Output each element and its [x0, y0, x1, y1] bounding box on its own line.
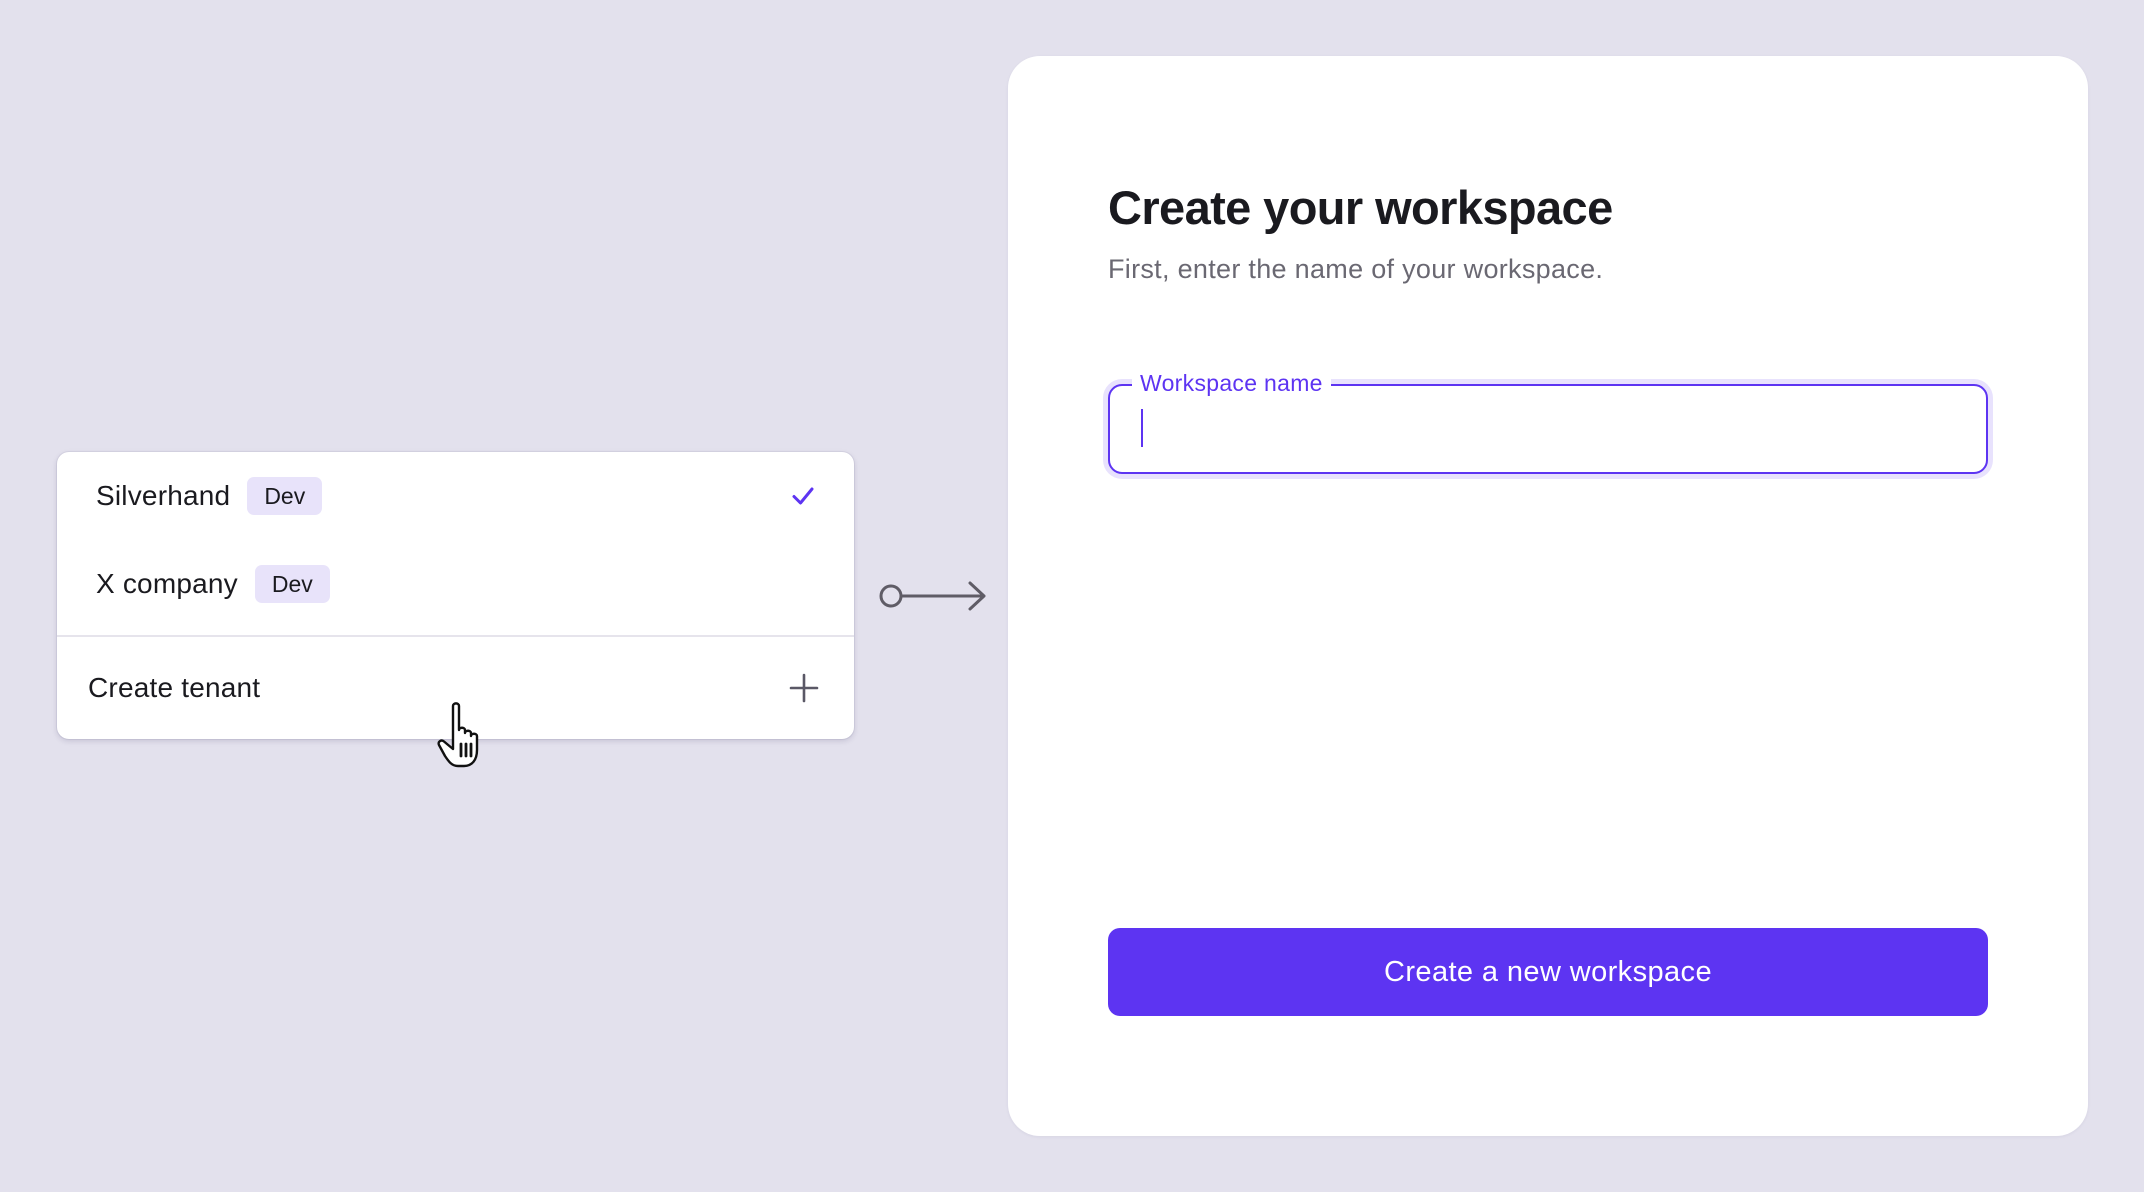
workspace-name-label: Workspace name	[1132, 368, 1331, 398]
tenant-tag: Dev	[254, 565, 330, 603]
tenant-item-x-company[interactable]: X company Dev	[57, 540, 854, 628]
create-workspace-card: Create your workspace First, enter the n…	[1008, 56, 2088, 1136]
tenant-name: Silverhand	[96, 480, 231, 511]
tenant-dropdown: Silverhand Dev X company Dev Create tena…	[57, 452, 854, 739]
text-caret	[1141, 409, 1143, 447]
check-icon	[792, 487, 814, 505]
page-subtitle: First, enter the name of your workspace.	[1108, 254, 1604, 284]
page-title: Create your workspace	[1108, 181, 1613, 234]
tenant-item-silverhand[interactable]: Silverhand Dev	[57, 452, 854, 540]
plus-icon	[789, 673, 819, 703]
tenant-tag: Dev	[247, 477, 323, 515]
workspace-name-field[interactable]: Workspace name	[1108, 368, 1988, 474]
workspace-name-input[interactable]	[1136, 400, 1966, 458]
tenant-name: X company	[96, 568, 238, 599]
create-workspace-button[interactable]: Create a new workspace	[1108, 928, 1988, 1016]
arrow-right-icon	[879, 581, 986, 611]
hand-pointer-icon	[437, 702, 479, 768]
create-tenant-label: Create tenant	[88, 672, 261, 703]
